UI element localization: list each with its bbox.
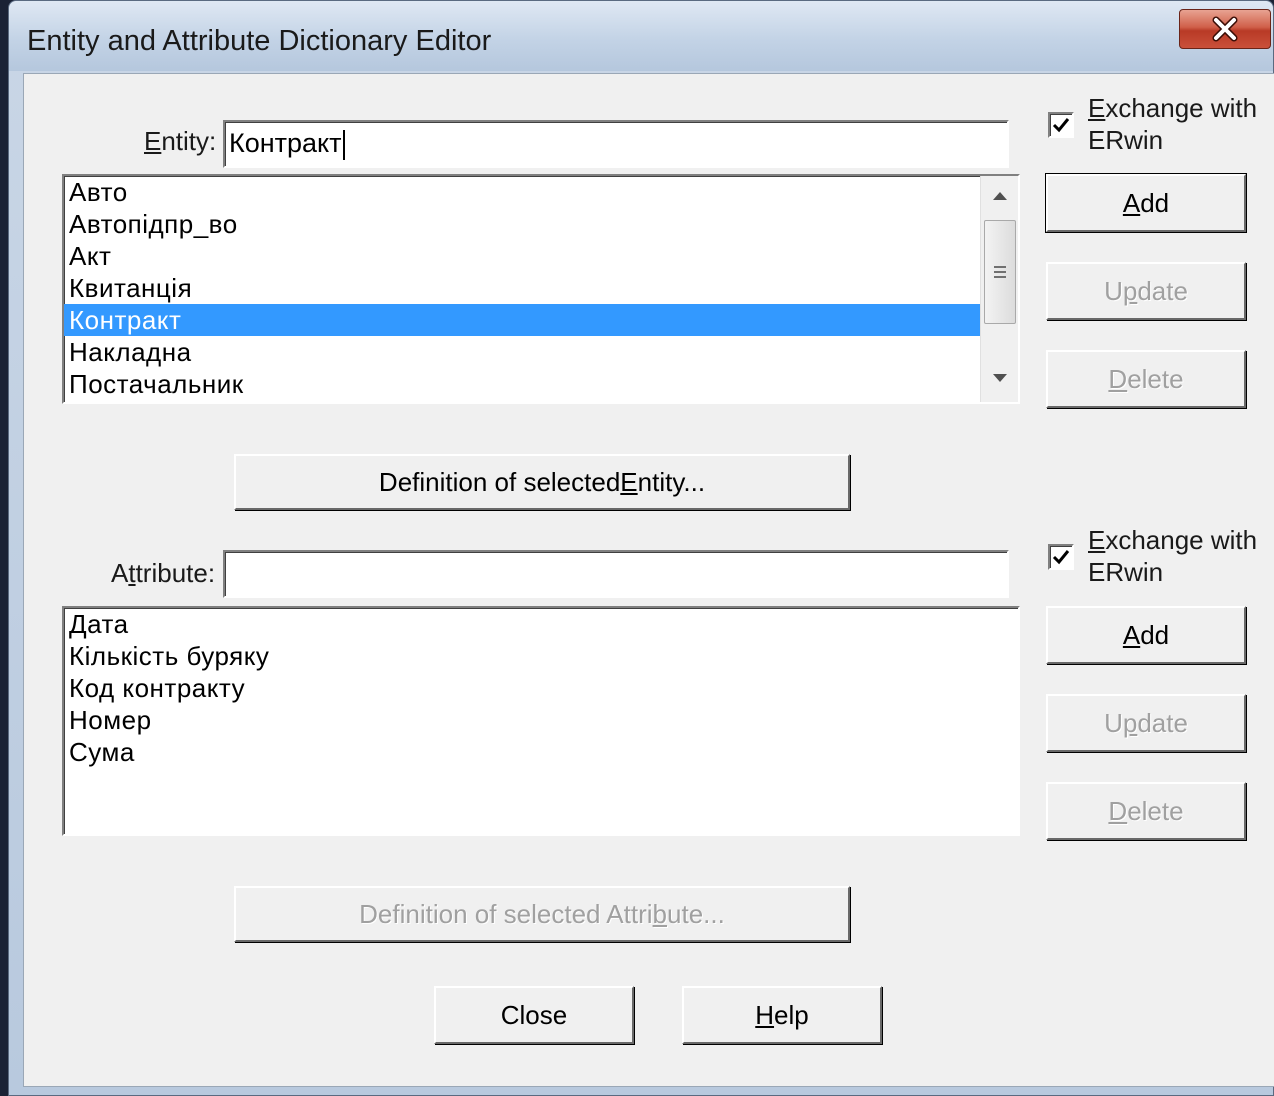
- attribute-exchange-line1: Exchange with: [1088, 524, 1257, 556]
- arrow-down-icon: [993, 374, 1007, 382]
- window-title: Entity and Attribute Dictionary Editor: [27, 25, 492, 57]
- attribute-definition-before: Definition of selected Attri: [359, 898, 653, 929]
- attribute-delete-rest: elete: [1127, 795, 1184, 826]
- entity-exchange-line2: ERwin: [1088, 125, 1164, 155]
- entity-delete-mnemonic: D: [1108, 363, 1128, 394]
- close-window-button[interactable]: [1179, 9, 1271, 49]
- entity-definition-mnemonic: E: [620, 466, 638, 497]
- help-mnemonic: H: [755, 999, 775, 1030]
- attribute-definition-after: ute...: [667, 898, 725, 929]
- attribute-definition-button[interactable]: Definition of selected Attri b ute...: [234, 886, 850, 942]
- entity-update-mnemonic: p: [1122, 275, 1138, 306]
- arrow-up-icon: [993, 192, 1007, 200]
- attribute-update-mnemonic: p: [1122, 707, 1138, 738]
- entity-list-item[interactable]: Акт: [64, 240, 1018, 272]
- entity-definition-button[interactable]: Definition of selected Entity...: [234, 454, 850, 510]
- entity-exchange-line1-text: xchange with: [1105, 93, 1258, 123]
- entity-input[interactable]: Контракт: [223, 120, 1009, 168]
- entity-add-mnemonic: A: [1122, 187, 1141, 218]
- help-button[interactable]: Help: [682, 986, 882, 1044]
- scroll-thumb[interactable]: [984, 220, 1016, 324]
- help-rest: elp: [774, 999, 809, 1030]
- entity-label-rest: ntity:: [161, 126, 217, 156]
- attribute-label-after: tribute:: [135, 558, 216, 588]
- checkmark-icon: [1052, 118, 1070, 133]
- attribute-label: Attribute:: [111, 558, 215, 589]
- checkmark-icon: [1052, 550, 1070, 565]
- close-button[interactable]: Close: [434, 986, 634, 1044]
- attribute-exchange-checkbox[interactable]: [1048, 544, 1074, 570]
- attribute-update-before: U: [1104, 707, 1123, 738]
- entity-list-item[interactable]: Контракт: [64, 304, 1018, 336]
- entity-label: Entity:: [144, 126, 216, 157]
- scroll-up-button[interactable]: [981, 176, 1018, 216]
- entity-delete-button[interactable]: Delete: [1046, 350, 1246, 408]
- dialog-window: Entity and Attribute Dictionary Editor E…: [8, 0, 1274, 1096]
- scroll-down-button[interactable]: [981, 358, 1018, 398]
- attribute-add-rest: dd: [1140, 619, 1170, 650]
- entity-definition-after: ntity...: [637, 466, 706, 497]
- entity-list-item[interactable]: Квитанція: [64, 272, 1018, 304]
- attribute-add-button[interactable]: Add: [1046, 606, 1246, 664]
- entity-exchange-mnemonic: E: [1088, 93, 1106, 123]
- close-icon: [1212, 16, 1238, 42]
- entity-list-item[interactable]: Автопідпр_во: [64, 208, 1018, 240]
- grip-icon: [994, 266, 1006, 278]
- entity-list-item[interactable]: Авто: [64, 176, 1018, 208]
- attribute-add-mnemonic: A: [1122, 619, 1141, 650]
- attribute-list-items: Дата Кількість буряку Код контракту Номер Су…: [64, 608, 1018, 768]
- attribute-exchange-line2: ERwin: [1088, 557, 1164, 587]
- dialog-client-area: Entity: Контракт Exchange with ERwin Авт…: [23, 73, 1274, 1087]
- entity-list-items: Авто Автопідпр_во Акт Квитанція Контракт Накл…: [64, 176, 1018, 400]
- entity-exchange-label[interactable]: Exchange with ERwin: [1088, 92, 1257, 156]
- entity-add-rest: dd: [1140, 187, 1170, 218]
- entity-list-item[interactable]: Постачальник: [64, 368, 1018, 400]
- attribute-delete-button[interactable]: Delete: [1046, 782, 1246, 840]
- attribute-update-after: date: [1137, 707, 1188, 738]
- close-button-label: Close: [500, 999, 568, 1030]
- text-caret: [342, 129, 345, 160]
- attribute-input[interactable]: [223, 550, 1009, 598]
- entity-update-button[interactable]: Up date: [1046, 262, 1246, 320]
- attribute-exchange-mnemonic: E: [1088, 525, 1106, 555]
- entity-input-value: Контракт: [229, 128, 342, 158]
- entity-list-item[interactable]: Накладна: [64, 336, 1018, 368]
- attribute-label-before: A: [111, 558, 129, 588]
- attribute-list-item[interactable]: Код контракту: [64, 672, 1018, 704]
- entity-update-before: U: [1104, 275, 1123, 306]
- entity-definition-before: Definition of selected: [378, 466, 621, 497]
- attribute-listbox[interactable]: Дата Кількість буряку Код контракту Номер Су…: [62, 606, 1020, 836]
- attribute-definition-mnemonic: b: [652, 898, 668, 929]
- title-bar[interactable]: Entity and Attribute Dictionary Editor: [9, 1, 1273, 71]
- attribute-list-item[interactable]: Номер: [64, 704, 1018, 736]
- attribute-list-item[interactable]: Дата: [64, 608, 1018, 640]
- attribute-label-mnemonic: t: [128, 558, 136, 588]
- entity-exchange-line1: Exchange with: [1088, 92, 1257, 124]
- attribute-update-button[interactable]: Up date: [1046, 694, 1246, 752]
- entity-update-after: date: [1137, 275, 1188, 306]
- attribute-list-item[interactable]: Сума: [64, 736, 1018, 768]
- entity-delete-rest: elete: [1127, 363, 1184, 394]
- entity-listbox[interactable]: Авто Автопідпр_во Акт Квитанція Контракт Накл…: [62, 174, 1020, 404]
- attribute-exchange-line1-text: xchange with: [1105, 525, 1258, 555]
- entity-label-mnemonic: E: [144, 126, 162, 156]
- entity-add-button[interactable]: Add: [1045, 173, 1247, 233]
- entity-exchange-checkbox[interactable]: [1048, 112, 1074, 138]
- entity-scrollbar[interactable]: [980, 176, 1018, 402]
- attribute-delete-mnemonic: D: [1108, 795, 1128, 826]
- attribute-list-item[interactable]: Кількість буряку: [64, 640, 1018, 672]
- attribute-exchange-label[interactable]: Exchange with ERwin: [1088, 524, 1257, 588]
